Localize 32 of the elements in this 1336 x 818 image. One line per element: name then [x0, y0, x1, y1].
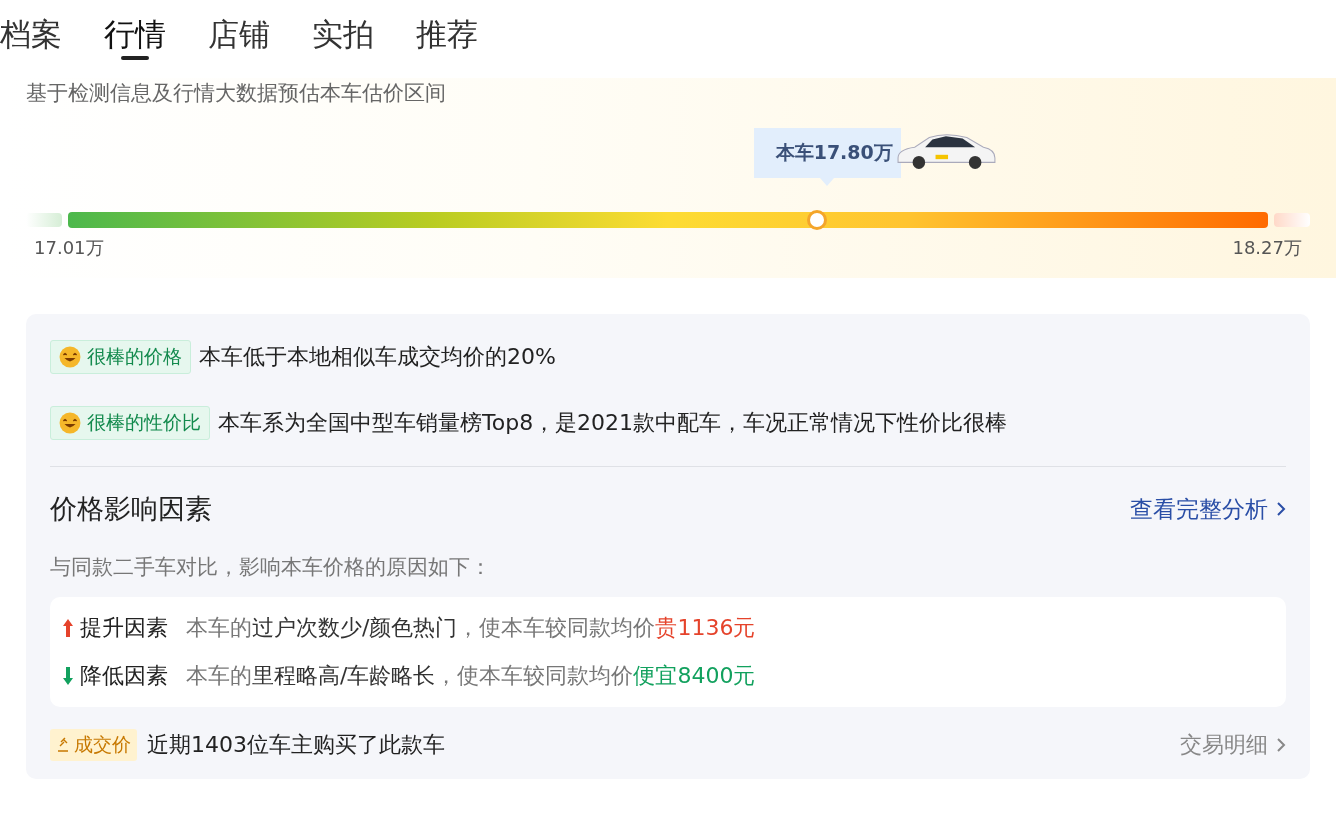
rating-tag: 很棒的价格 — [50, 340, 191, 374]
max-price: 18.27万 — [1232, 236, 1302, 260]
tab[interactable]: 推荐 — [416, 14, 478, 56]
factor-label: 提升因素 — [80, 614, 168, 642]
factor-label: 降低因素 — [80, 662, 168, 690]
arrow-up-icon — [62, 618, 74, 638]
bubble-pointer — [820, 178, 835, 186]
full-analysis-link[interactable]: 查看完整分析 — [1130, 493, 1286, 525]
tab[interactable]: 行情 — [104, 14, 166, 56]
chevron-right-icon — [1276, 737, 1286, 753]
bar-end-fade — [26, 213, 62, 227]
min-price: 17.01万 — [34, 236, 104, 260]
highlight-text: 本车低于本地相似车成交均价的20% — [199, 343, 556, 371]
tab[interactable]: 店铺 — [208, 14, 270, 56]
tab-underline — [121, 55, 149, 60]
tab[interactable]: 实拍 — [312, 14, 374, 56]
smiley-face-icon — [59, 346, 81, 368]
bar-end-fade — [1274, 213, 1310, 227]
section-title: 价格影响因素 — [50, 492, 212, 526]
deal-text: 近期1403位车主购买了此款车 — [147, 731, 445, 759]
rating-tag: 很棒的性价比 — [50, 406, 210, 440]
factors-intro: 与同款二手车对比，影响本车价格的原因如下： — [50, 554, 492, 581]
tab[interactable]: 档案 — [0, 14, 62, 56]
deal-price-tag: 成交价 — [50, 729, 137, 761]
smiley-face-icon — [59, 412, 81, 434]
factor-description: 本车的里程略高/车龄略长，使本车较同款均价便宜8400元 — [186, 662, 756, 690]
arrow-down-icon — [62, 666, 74, 686]
price-bubble: 本车17.80万 — [753, 128, 901, 178]
chevron-right-icon — [1276, 501, 1286, 517]
factor-description: 本车的过户次数少/颜色热门，使本车较同款均价贵1136元 — [186, 614, 756, 642]
estimate-subtitle: 基于检测信息及行情大数据预估本车估价区间 — [26, 80, 446, 107]
highlight-text: 本车系为全国中型车销量榜Top8，是2021款中配车，车况正常情况下性价比很棒 — [218, 409, 1008, 437]
